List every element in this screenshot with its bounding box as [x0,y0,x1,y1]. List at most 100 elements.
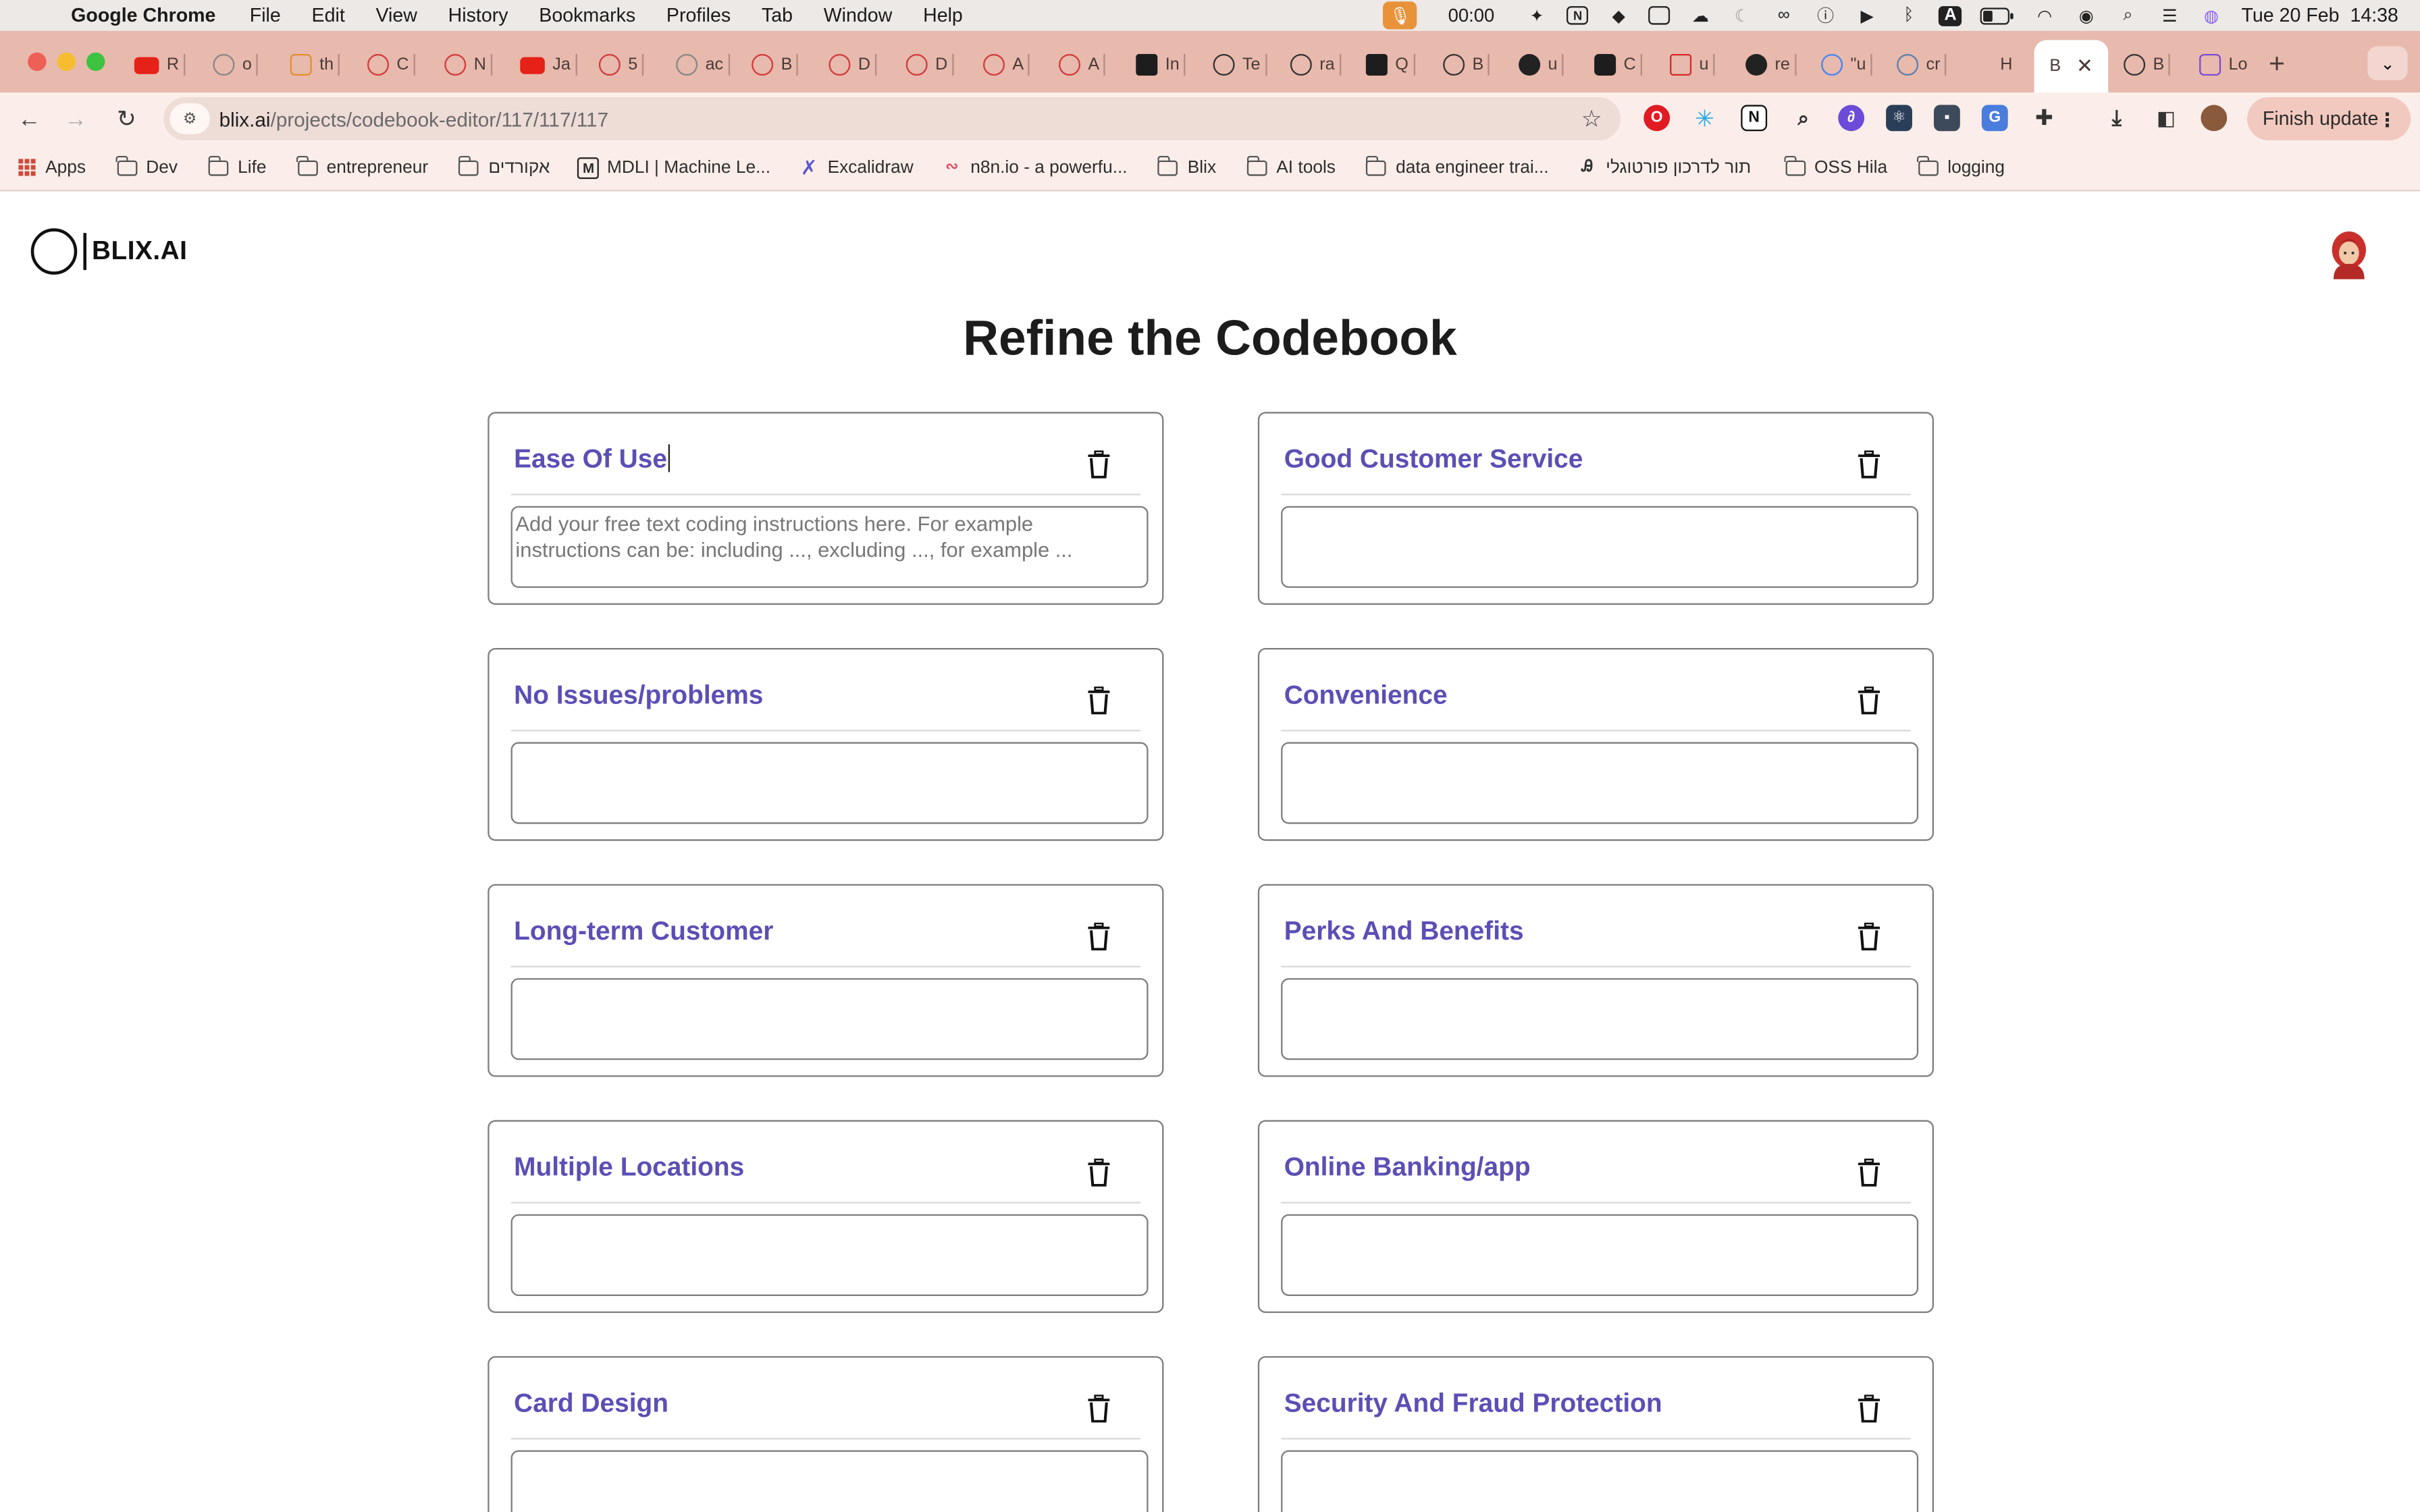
browser-tab[interactable]: ra [1290,47,1341,84]
bluetooth-icon[interactable]: ᛒ [1897,5,1920,26]
trash-icon[interactable] [1858,686,1880,715]
browser-tab[interactable]: o [213,47,258,84]
keyboard-input-icon[interactable]: A [1939,5,1962,26]
trash-icon[interactable] [1858,922,1880,950]
battery-icon[interactable] [1980,5,2014,26]
coding-instructions-textarea[interactable] [1281,1214,1919,1296]
elephant-icon[interactable]: ◆ [1607,5,1630,25]
notion-icon[interactable]: N [1567,6,1589,25]
blix-logo[interactable]: BLIX.AI [30,228,188,275]
bookmark-folder[interactable]: Dev [115,155,178,177]
forward-arrow-icon[interactable]: → [59,102,93,136]
coding-instructions-textarea[interactable] [1281,1450,1919,1512]
browser-tab[interactable]: 5 [598,47,644,84]
browser-tab[interactable]: R [134,47,186,84]
trash-icon[interactable] [1858,450,1880,479]
profile-avatar[interactable] [2201,105,2228,132]
browser-tab[interactable]: D [905,47,954,84]
downloads-icon[interactable]: ⤓ [2103,105,2130,131]
browser-tab[interactable]: N [444,47,493,84]
bookmark-folder[interactable]: entrepreneur [296,155,428,177]
extensions-puzzle-icon[interactable]: ✚ [2031,105,2057,131]
coding-instructions-textarea[interactable]: Add your free text coding instructions h… [510,506,1149,588]
browser-tab[interactable]: B [2124,47,2171,84]
user-avatar[interactable] [2327,230,2371,279]
react-devtools-icon[interactable]: ⚛ [1886,105,1912,132]
browser-tab[interactable]: D [828,47,877,84]
translate-extension-icon[interactable]: G [1981,105,2008,132]
menu-app-name[interactable]: Google Chrome [71,5,215,26]
minimize-window-button[interactable] [57,52,76,72]
browser-tab[interactable]: "u [1821,47,1872,84]
code-name-input[interactable]: Multiple Locations [514,1152,744,1183]
coding-instructions-textarea[interactable] [510,1450,1149,1512]
coding-instructions-textarea[interactable] [1281,978,1919,1060]
code-name-input[interactable]: No Issues/problems [514,680,763,711]
finish-update-button[interactable]: Finish update ⋮ [2246,97,2411,140]
trash-icon[interactable] [1088,686,1110,715]
browser-tab[interactable]: A [1058,47,1106,84]
close-window-button[interactable] [28,52,47,72]
code-name-input[interactable]: Long-term Customer [514,917,773,948]
menu-file[interactable]: File [250,5,281,26]
trash-icon[interactable] [1858,1158,1880,1187]
wifi-icon[interactable]: ◠ [2033,5,2056,25]
browser-tab[interactable]: Te [1213,47,1267,84]
new-tab-button[interactable]: + [2269,48,2285,80]
sync-icon[interactable]: ✦ [1525,5,1548,25]
bookmark-apps[interactable]: Apps [18,158,86,177]
extension-icon[interactable]: ▪ [1933,105,1960,132]
extension-icon[interactable]: ∂ [1838,105,1865,132]
menu-window[interactable]: Window [824,5,893,26]
sidebar-icon[interactable] [1648,6,1671,25]
moon-icon[interactable]: ☾ [1731,5,1754,25]
zoom-window-button[interactable] [86,52,105,72]
browser-tab[interactable]: re [1745,47,1797,84]
bookmark-link[interactable]: M MDLI | Machine Le... [577,156,770,178]
user-switch-icon[interactable]: ◉ [2075,5,2098,25]
address-bar[interactable]: ⚙ blix.ai/projects/codebook-editor/117/1… [163,97,1621,140]
accessibility-icon[interactable]: ⓘ [1814,5,1837,26]
trash-icon[interactable] [1088,1158,1110,1187]
browser-tab[interactable]: A [982,47,1030,84]
trash-icon[interactable] [1088,922,1110,950]
browser-tab[interactable]: Q [1365,47,1415,84]
bookmark-folder[interactable]: Blix [1157,155,1216,177]
back-arrow-icon[interactable]: ← [12,102,46,136]
reload-icon[interactable]: ↻ [109,102,143,136]
coding-instructions-textarea[interactable] [510,1214,1149,1296]
menu-bookmarks[interactable]: Bookmarks [539,5,635,26]
control-center-icon[interactable]: ☰ [2158,5,2181,25]
coding-instructions-textarea[interactable] [1281,506,1919,588]
more-vertical-icon[interactable]: ⋮ [2377,107,2397,130]
menu-tab[interactable]: Tab [762,5,793,26]
browser-tab[interactable]: In [1136,47,1186,84]
microphone-icon[interactable]: 🎙 [1383,1,1417,30]
spotlight-search-icon[interactable]: ⌕ [2116,5,2139,26]
trash-icon[interactable] [1088,450,1110,479]
bookmark-folder[interactable]: אקורדים [458,155,550,177]
bookmark-folder[interactable]: AI tools [1246,155,1336,177]
code-name-input[interactable]: Security And Fraud Protection [1284,1388,1662,1420]
browser-tab[interactable]: Lo [2199,47,2248,84]
bookmark-star-icon[interactable]: ☆ [1581,105,1602,133]
coding-instructions-textarea[interactable] [1281,742,1919,824]
browser-tab[interactable]: B [1443,47,1490,84]
search-extension-icon[interactable]: ⌕ [1790,105,1816,131]
browser-tab[interactable]: H [2000,47,2012,84]
browser-tab[interactable]: Ja [520,47,577,84]
menu-edit[interactable]: Edit [312,5,345,26]
code-name-input[interactable]: Convenience [1284,680,1448,711]
code-name-input[interactable]: Ease Of Use [514,444,670,475]
site-settings-icon[interactable]: ⚙ [169,103,210,134]
code-name-input[interactable]: Perks And Benefits [1284,917,1524,948]
glasses-icon[interactable]: ∞ [1772,5,1795,26]
bookmark-link[interactable]: ✗ Excalidraw [798,155,914,178]
browser-tab[interactable]: u [1670,47,1715,84]
browser-tab[interactable]: th [290,47,340,84]
side-panel-icon[interactable]: ◧ [2153,105,2180,131]
bookmark-link[interactable]: ∾ n8n.io - a powerfu... [941,157,1127,178]
bookmark-folder[interactable]: Life [207,155,266,177]
browser-tab[interactable]: u [1519,47,1564,84]
bookmark-folder[interactable]: data engineer trai... [1365,155,1549,177]
